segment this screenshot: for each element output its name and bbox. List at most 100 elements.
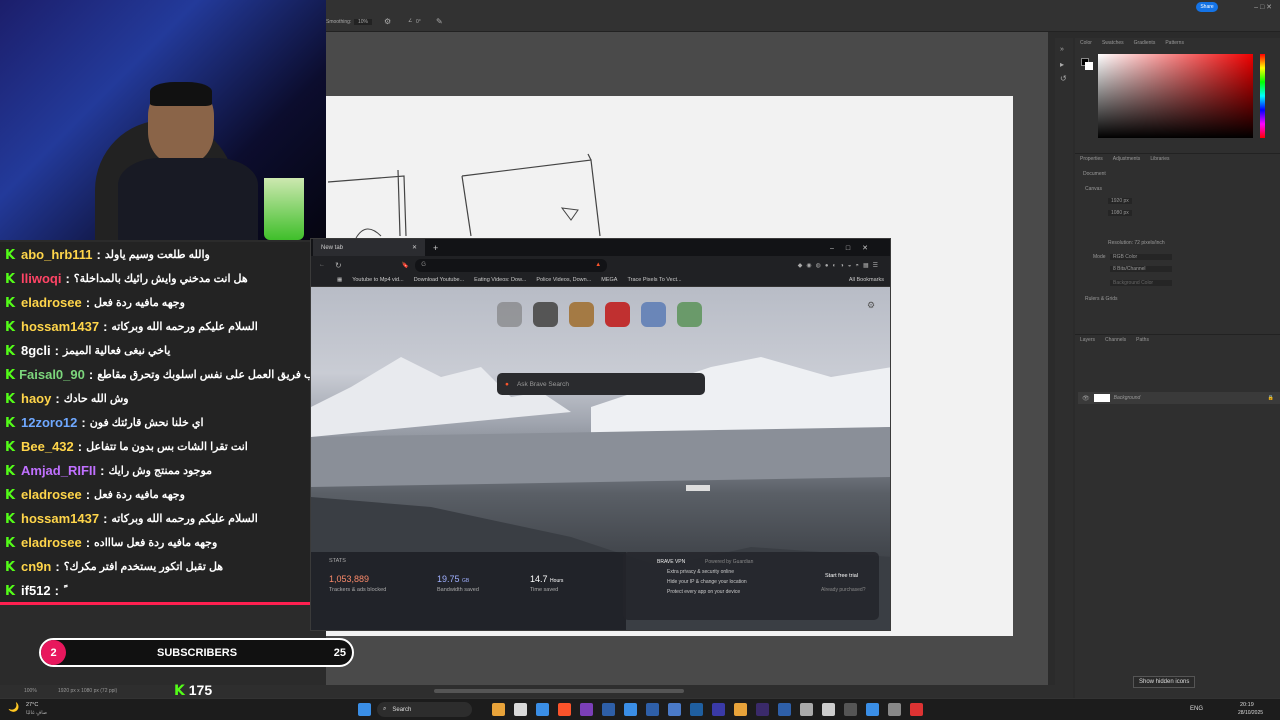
clock-time[interactable]: 20:19	[1240, 702, 1254, 708]
chat-username[interactable]: haoy	[21, 391, 51, 406]
height-field[interactable]: 1080 px	[1108, 210, 1132, 216]
pen-pressure-icon[interactable]: ✎	[436, 17, 443, 26]
hue-slider[interactable]	[1260, 54, 1265, 138]
taskbar-app-icon[interactable]	[844, 703, 857, 716]
vpn-already-purchased-link[interactable]: Already purchased?	[821, 587, 865, 593]
share-button[interactable]: Share	[1196, 2, 1218, 12]
new-tab-icon[interactable]: +	[433, 243, 438, 253]
bookmark-icon[interactable]: 🔖	[402, 262, 409, 269]
tab-color[interactable]: Color	[1080, 40, 1092, 46]
bookmark-item[interactable]: MEGA	[601, 277, 617, 283]
zoom-level[interactable]: 100%	[24, 688, 37, 694]
windows-start-icon[interactable]	[358, 703, 371, 716]
bookmark-item[interactable]: Police Videos, Down...	[536, 277, 591, 283]
fill-select[interactable]: Background Color	[1110, 280, 1172, 286]
collapse-icon[interactable]: »	[1060, 46, 1064, 53]
language-indicator[interactable]: ENG	[1190, 706, 1203, 712]
smoothing-value[interactable]: 10%	[354, 19, 373, 25]
taskbar-app-icon[interactable]	[910, 703, 923, 716]
horizontal-scrollbar[interactable]	[434, 689, 684, 693]
taskbar-app-icon[interactable]	[668, 703, 681, 716]
address-bar[interactable]: G ▲	[415, 258, 608, 272]
angle-value[interactable]: 0°	[416, 19, 421, 25]
background-swatch[interactable]	[1085, 62, 1093, 70]
chat-username[interactable]: eladrosee	[21, 487, 82, 502]
taskbar-app-icon[interactable]	[822, 703, 835, 716]
chat-username[interactable]: eladrosee	[21, 535, 82, 550]
layer-row[interactable]: 👁 Background 🔒	[1078, 392, 1280, 404]
back-icon[interactable]: ←	[319, 262, 325, 268]
chat-username[interactable]: if512	[21, 583, 51, 598]
all-bookmarks-link[interactable]: All Bookmarks	[849, 277, 884, 283]
favorite-tile[interactable]	[569, 302, 594, 327]
taskbar-app-icon[interactable]	[492, 703, 505, 716]
taskbar-app-icon[interactable]	[690, 703, 703, 716]
extension-icons[interactable]: ◆◉◍●◐◑◒◓▦☰	[798, 262, 882, 269]
tab-paths[interactable]: Paths	[1136, 337, 1149, 343]
chat-username[interactable]: hossam1437	[21, 511, 99, 526]
chat-username[interactable]: hossam1437	[21, 319, 99, 334]
vpn-start-trial-button[interactable]: Start free trial	[825, 573, 858, 579]
favorite-tile[interactable]	[677, 302, 702, 327]
tab-libraries[interactable]: Libraries	[1150, 156, 1169, 162]
tab-properties[interactable]: Properties	[1080, 156, 1103, 162]
taskbar-app-icon[interactable]	[558, 703, 571, 716]
tab-patterns[interactable]: Patterns	[1165, 40, 1184, 46]
taskbar-app-icon[interactable]	[624, 703, 637, 716]
apps-icon[interactable]: ▦	[337, 277, 342, 283]
taskbar-app-icon[interactable]	[712, 703, 725, 716]
taskbar-app-icon[interactable]	[800, 703, 813, 716]
window-controls[interactable]: – □ ✕	[1254, 3, 1272, 11]
clock-date[interactable]: 28/10/2025	[1238, 710, 1263, 716]
favorite-tile[interactable]	[641, 302, 666, 327]
taskbar-app-icon[interactable]	[888, 703, 901, 716]
close-tab-icon[interactable]: ✕	[412, 244, 417, 251]
tab-layers[interactable]: Layers	[1080, 337, 1095, 343]
taskbar-app-icon[interactable]	[580, 703, 593, 716]
window-controls[interactable]: –□✕	[830, 244, 880, 252]
weather-icon[interactable]: 🌙	[8, 702, 19, 713]
tab-adjustments[interactable]: Adjustments	[1113, 156, 1141, 162]
tab-gradients[interactable]: Gradients	[1134, 40, 1156, 46]
chat-username[interactable]: abo_hrb111	[21, 247, 93, 262]
taskbar-search[interactable]: ⌕ Search	[377, 702, 472, 717]
youtube-favorite[interactable]	[605, 302, 630, 327]
gear-icon[interactable]: ⚙	[384, 17, 391, 26]
taskbar-app-icon[interactable]	[756, 703, 769, 716]
taskbar-app-icon[interactable]	[514, 703, 527, 716]
arrow-tool-icon[interactable]: ▸	[1060, 60, 1064, 69]
settings-gear-icon[interactable]: ⚙	[867, 300, 875, 311]
favorite-tile[interactable]	[497, 302, 522, 327]
bookmark-item[interactable]: Download Youtube...	[414, 277, 464, 283]
bookmark-item[interactable]: Youtube to Mp4 vid...	[352, 277, 403, 283]
tab-swatches[interactable]: Swatches	[1102, 40, 1124, 46]
bookmark-item[interactable]: Eating Videos: Dow...	[474, 277, 526, 283]
brave-shields-icon[interactable]: ▲	[595, 262, 601, 268]
color-picker-field[interactable]	[1098, 54, 1253, 138]
chat-username[interactable]: eladrosee	[21, 295, 82, 310]
eye-icon[interactable]: 👁	[1082, 395, 1090, 402]
lock-icon[interactable]: 🔒	[1268, 395, 1274, 401]
chat-username[interactable]: Faisal0_90	[19, 367, 85, 382]
brave-search-box[interactable]: ● Ask Brave Search	[497, 373, 705, 395]
history-icon[interactable]: ↺	[1060, 74, 1067, 83]
taskbar-app-icon[interactable]	[646, 703, 659, 716]
chat-username[interactable]: 12zoro12	[21, 415, 77, 430]
bookmark-item[interactable]: Trace Pixels To Vect...	[627, 277, 681, 283]
taskbar-app-icon[interactable]	[866, 703, 879, 716]
taskbar-app-icon[interactable]	[734, 703, 747, 716]
bits-select[interactable]: 8 Bits/Channel	[1110, 266, 1172, 272]
tab-channels[interactable]: Channels	[1105, 337, 1126, 343]
favorite-tile[interactable]	[533, 302, 558, 327]
taskbar-app-icon[interactable]	[536, 703, 549, 716]
chat-username[interactable]: lliwoqi	[21, 271, 61, 286]
taskbar-app-icon[interactable]	[602, 703, 615, 716]
taskbar-app-icon[interactable]	[778, 703, 791, 716]
chat-username[interactable]: Amjad_RIFII	[21, 463, 96, 478]
browser-tab[interactable]: New tab ✕	[313, 239, 425, 256]
chat-username[interactable]: cn9n	[21, 559, 51, 574]
mode-select[interactable]: RGB Color	[1110, 254, 1172, 260]
width-field[interactable]: 1920 px	[1108, 198, 1132, 204]
chat-username[interactable]: Bee_432	[21, 439, 74, 454]
chat-username[interactable]: 8gcli	[21, 343, 51, 358]
